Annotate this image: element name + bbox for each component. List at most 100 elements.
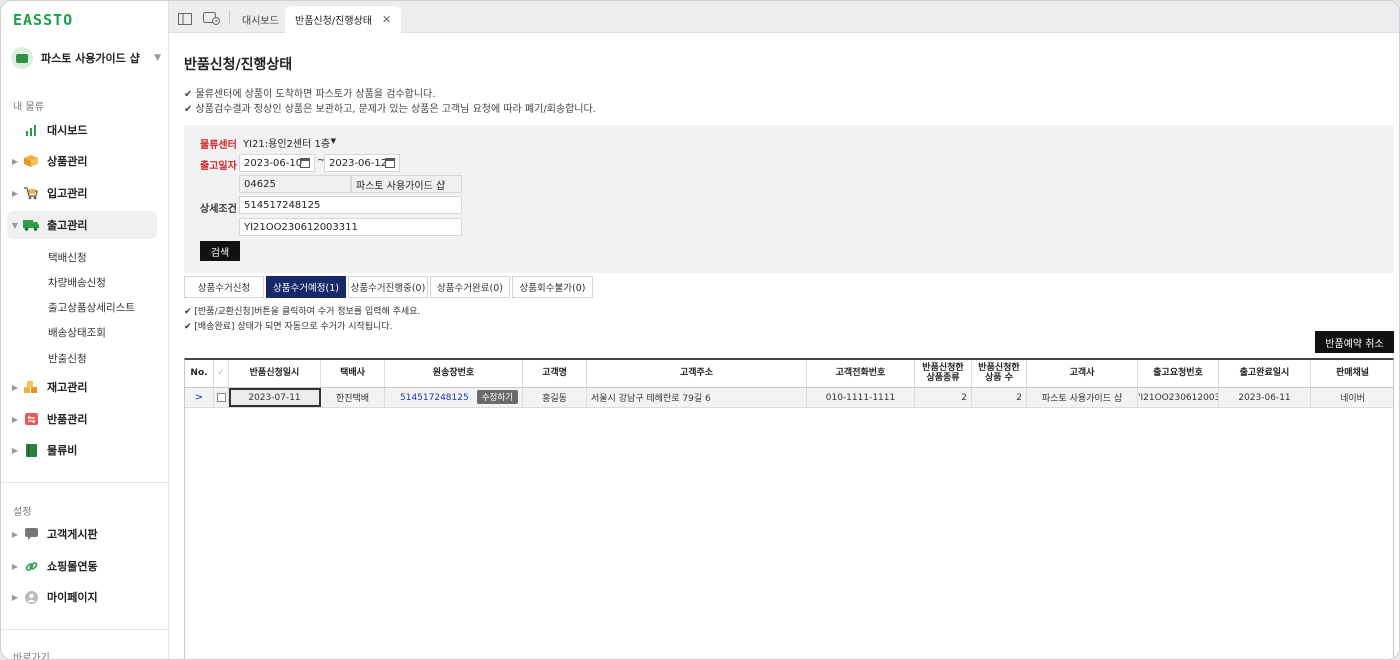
col-header-address: 고객주소 [587,360,807,387]
cell-phone: 010-1111-1111 [807,388,915,407]
book-icon [23,443,39,457]
col-header-qty: 반품신청한 상품 수 [972,360,1027,387]
col-header-done-date: 출고완료일시 [1219,360,1311,387]
cell-channel: 네이버 [1340,394,1365,404]
date-to-input[interactable]: 2023-06-12 [324,154,400,172]
col-header-request-no: 출고요청번호 [1138,360,1219,387]
col-header-select[interactable]: ✓ [214,360,229,387]
section-label-logistics: 내 물류 [13,102,44,113]
tab-bar: 대시보드 반품신청/진행상태 ✕ [169,1,1399,33]
sidebar-item-returns[interactable]: ▶ 반품관리 [7,405,157,433]
sidebar: EASSTO 파스토 사용가이드 샵 ▼ 내 물류 대시보드 ▶ 상품관리 ▶ [1,1,169,659]
help-note: ✔ [배송완료] 상태가 되면 자동으로 수거가 시작됩니다. [184,322,393,332]
chevron-right-icon: ▶ [11,445,19,455]
tab-return-status[interactable]: 반품신청/진행상태 ✕ [285,6,402,33]
tab-pickup-complete[interactable]: 상품수거완료(0) [430,276,510,298]
chevron-right-icon: ▶ [11,382,19,392]
return-icon [23,412,39,426]
tab-pickup-request[interactable]: 상품수거신청 [184,276,264,298]
sidebar-divider [1,629,169,630]
col-header-customer: 고객명 [523,360,587,387]
cell-request-date[interactable]: 2023-07-11 [229,388,321,407]
section-label-settings: 설정 [13,507,32,518]
sidebar-divider [1,482,169,483]
boxes-icon [23,380,39,394]
table-row[interactable]: > 2023-07-11 한진택배 514517248125 수정하기 홍길동 … [185,388,1393,408]
sidebar-item-label: 반품관리 [47,413,88,426]
cell-client: 파스토 사용가이드 샵 [1027,388,1138,407]
sidebar-item-dashboard[interactable]: 대시보드 [7,116,157,144]
tab-pickup-scheduled[interactable]: 상품수거예정(1) [266,276,346,298]
grid-header: No. ✓ 반품신청일시 택배사 원송장번호 고객명 고객주소 고객전화번호 반… [185,360,1393,388]
sidebar-subitem-parcel[interactable]: 택배신청 [48,250,87,265]
sidebar-item-label: 물류비 [47,444,78,457]
col-header-channel: 판매채널 [1335,367,1370,378]
tab-dashboard[interactable]: 대시보드 [232,6,289,33]
center-select[interactable]: YI21:용인2센터 1층 ▼ [239,133,340,151]
shop-icon [11,47,33,69]
row-checkbox[interactable] [216,393,226,402]
sidebar-item-inventory[interactable]: ▶ 재고관리 [7,373,157,401]
sidebar-subitem-outbound-detail[interactable]: 출고상품상세리스트 [48,300,135,315]
shop-name-field: 파스토 사용가이드 샵 [351,175,462,193]
cell-qty: 2 [972,388,1027,407]
sidebar-item-mypage[interactable]: ▶ 마이페이지 [7,583,157,611]
invoice-link[interactable]: 514517248125 [400,393,469,403]
cart-icon [23,186,39,200]
sidebar-item-customer-board[interactable]: ▶ 고객게시판 [7,520,157,548]
cell-request-no: 'I21OO23061200331: [1138,388,1219,407]
edit-button[interactable]: 수정하기 [476,390,518,404]
sidebar-item-logistics-cost[interactable]: ▶ 물류비 [7,436,157,464]
chevron-down-icon: ▼ [154,53,161,63]
calendar-icon[interactable] [385,158,395,168]
detail-input-2[interactable]: YI21OO230612003311 [239,218,462,236]
sidebar-subitem-delivery-status[interactable]: 배송상태조회 [48,325,106,340]
expand-row-icon[interactable]: > [185,388,214,407]
center-select-value: YI21:용인2센터 1층 [243,138,331,150]
sidebar-toggle-icon[interactable] [178,10,192,25]
sidebar-item-inbound[interactable]: ▶ 입고관리 [7,179,157,207]
sidebar-item-label: 마이페이지 [47,591,98,604]
cancel-return-reservation-button[interactable]: 반품예약 취소 [1315,331,1394,353]
date-from-input[interactable]: 2023-06-10 [239,154,315,172]
cell-done-date: 2023-06-11 [1219,388,1311,407]
filter-panel: 물류센터 YI21:용인2센터 1층 ▼ 출고일자 2023-06-10 ~ 2… [184,125,1394,273]
col-header-request-date: 반품신청일시 [229,360,321,387]
main-content: 반품신청/진행상태 ✔ 물류센터에 상품이 도착하면 파스토가 상품을 검수합니… [169,34,1399,659]
col-header-courier: 택배사 [321,360,385,387]
chevron-right-icon: ▶ [11,592,19,602]
tab-pickup-in-progress[interactable]: 상품수거진행중(0) [348,276,428,298]
sidebar-item-products[interactable]: ▶ 상품관리 [7,147,157,175]
cell-address: 서울시 강남구 테헤란로 79길 6 [587,388,807,407]
chevron-right-icon: ▶ [11,414,19,424]
close-icon[interactable]: ✕ [382,13,391,26]
chevron-right-icon: ▶ [11,156,19,166]
chevron-right-icon: ▶ [11,561,19,571]
chevron-down-icon: ▼ [330,137,336,145]
history-icon[interactable] [203,10,221,25]
tab-label: 반품신청/진행상태 [295,16,372,27]
cell-courier: 한진택배 [321,388,385,407]
cell-kinds: 2 [915,388,972,407]
shop-name-value: 파스토 사용가이드 샵 [356,180,446,192]
chat-icon [23,527,39,541]
center-label: 물류센터 [200,140,237,151]
detail-input-1[interactable]: 514517248125 [239,196,462,214]
app-window: EASSTO 파스토 사용가이드 샵 ▼ 내 물류 대시보드 ▶ 상품관리 ▶ [0,0,1400,660]
sidebar-subitem-vehicle[interactable]: 차량배송신청 [48,275,106,290]
row-select[interactable] [214,388,229,407]
tab-pickup-impossible[interactable]: 상품회수불가(0) [512,276,593,298]
sidebar-item-mall-link[interactable]: ▶ 쇼핑몰연동 [7,552,157,580]
chevron-right-icon: ▶ [11,529,19,539]
col-header-client: 고객사 [1027,360,1138,387]
check-icon: ✓ [217,368,225,378]
sidebar-subitem-takeout[interactable]: 반출신청 [48,351,87,366]
shop-selector[interactable]: 파스토 사용가이드 샵 ▼ [11,45,161,71]
sidebar-item-label: 대시보드 [47,124,88,137]
detail-value: YI21OO230612003311 [244,221,358,233]
col-header-invoice: 원송장번호 [385,360,523,387]
col-header-kinds: 반품신청한 상품종류 [915,360,972,387]
calendar-icon[interactable] [300,158,310,168]
search-button[interactable]: 검색 [200,241,240,261]
sidebar-item-outbound[interactable]: ▼ 출고관리 [7,211,157,239]
